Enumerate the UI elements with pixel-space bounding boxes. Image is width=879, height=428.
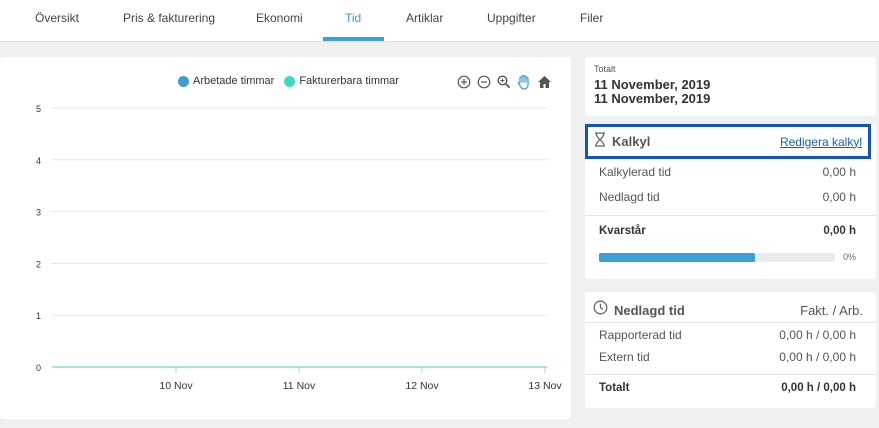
- nedlagd-header-divider: [585, 322, 876, 323]
- rapporterad-tid-value: 0,00 h / 0,00 h: [779, 328, 856, 342]
- tab-filer[interactable]: Filer: [580, 0, 603, 42]
- clock-icon: [593, 300, 608, 320]
- y-tick-label-2: 2: [36, 259, 41, 269]
- fakt-arb-column-header: Fakt. / Arb.: [800, 302, 863, 318]
- x-tick-label-1: 11 Nov: [283, 380, 316, 392]
- kalkylerad-tid-row: Kalkylerad tid 0,00 h: [599, 165, 856, 179]
- y-tick-label-0: 0: [36, 363, 41, 373]
- legend-item-arbetade[interactable]: Arbetade timmar: [178, 75, 274, 87]
- period-start-date: 11 November, 2019: [594, 77, 711, 92]
- nedlagd-tid-row: Nedlagd tid 0,00 h: [599, 190, 856, 204]
- period-end-date: 11 November, 2019: [594, 91, 711, 106]
- nedlagd-tid-card: Nedlagd tid Fakt. / Arb. Rapporterad tid…: [585, 292, 876, 408]
- rapporterad-tid-row: Rapporterad tid 0,00 h / 0,00 h: [599, 328, 856, 342]
- kvarstar-row: Kvarstår 0,00 h: [599, 225, 856, 237]
- legend-item-fakturerbara[interactable]: Fakturerbara timmar: [284, 75, 399, 87]
- kalkyl-progress-fill: [599, 253, 755, 262]
- pan-hand-icon[interactable]: [514, 73, 534, 91]
- kalkyl-divider: [585, 215, 876, 216]
- time-chart-card: 0 1 2 3 4 5 10 Nov 11 Nov 12 Nov 13 Nov Arbetade …: [0, 57, 571, 419]
- kalkyl-title: Kalkyl: [612, 134, 651, 149]
- top-navigation: Översikt Pris & fakturering Ekonomi Tid …: [0, 0, 879, 42]
- nedlagd-total-value: 0,00 h / 0,00 h: [781, 382, 856, 394]
- kalkyl-card: Kalkyl Redigera kalkyl Kalkylerad tid 0,…: [585, 124, 876, 279]
- legend-dot-arbetade: [178, 75, 189, 87]
- y-tick-label-1: 1: [36, 311, 41, 321]
- kalkyl-progress-percent: 0%: [843, 252, 857, 262]
- zoom-out-icon[interactable]: [474, 73, 494, 91]
- chart-legend: Arbetade timmar Fakturerbara timmar: [178, 75, 409, 87]
- x-tick-label-0: 10 Nov: [159, 380, 193, 392]
- tab-uppgifter[interactable]: Uppgifter: [487, 0, 536, 42]
- x-tick-label-3: 13 Nov: [528, 380, 562, 392]
- total-label: Totalt: [594, 64, 616, 74]
- legend-label-arbetade: Arbetade timmar: [193, 75, 275, 87]
- tab-ekonomi[interactable]: Ekonomi: [256, 0, 303, 42]
- extern-tid-value: 0,00 h / 0,00 h: [779, 350, 856, 364]
- y-tick-label-4: 4: [36, 156, 41, 166]
- kalkyl-progress-bar: [599, 253, 835, 262]
- edit-kalkyl-link[interactable]: Redigera kalkyl: [780, 135, 862, 149]
- tab-pris-fakturering[interactable]: Pris & fakturering: [123, 0, 215, 42]
- home-icon[interactable]: [534, 73, 554, 91]
- hourglass-icon: [594, 131, 606, 152]
- y-tick-label-3: 3: [36, 208, 41, 218]
- nedlagd-tid-label: Nedlagd tid: [599, 190, 660, 204]
- y-tick-label-5: 5: [36, 104, 41, 114]
- zoom-in-icon[interactable]: [454, 73, 474, 91]
- tab-tid[interactable]: Tid: [345, 0, 361, 42]
- legend-dot-fakturerbara: [284, 75, 296, 87]
- legend-label-fakturerbara: Fakturerbara timmar: [299, 75, 399, 87]
- time-chart: 0 1 2 3 4 5 10 Nov 11 Nov 12 Nov 13 Nov: [36, 104, 562, 392]
- nedlagd-total-row: Totalt 0,00 h / 0,00 h: [599, 382, 856, 394]
- kvarstar-label: Kvarstår: [599, 225, 646, 237]
- nedlagd-tid-header: Nedlagd tid Fakt. / Arb.: [593, 298, 863, 322]
- total-period-card: Totalt 11 November, 2019 11 November, 20…: [585, 57, 876, 116]
- chart-toolbar: [454, 73, 554, 91]
- magnifier-icon[interactable]: [494, 73, 514, 91]
- rapporterad-tid-label: Rapporterad tid: [599, 328, 682, 342]
- kalkylerad-tid-value: 0,00 h: [822, 165, 856, 179]
- kvarstar-value: 0,00 h: [823, 225, 856, 237]
- nedlagd-tid-title: Nedlagd tid: [614, 302, 685, 318]
- extern-tid-label: Extern tid: [599, 350, 650, 364]
- extern-tid-row: Extern tid 0,00 h / 0,00 h: [599, 350, 856, 364]
- x-tick-label-2: 12 Nov: [405, 380, 439, 392]
- tab-oversikt[interactable]: Översikt: [35, 0, 79, 42]
- nedlagd-total-divider: [585, 374, 876, 375]
- tab-artiklar[interactable]: Artiklar: [406, 0, 443, 42]
- kalkyl-header: Kalkyl Redigera kalkyl: [585, 124, 871, 159]
- nedlagd-tid-value: 0,00 h: [822, 190, 856, 204]
- active-tab-indicator: [323, 37, 384, 41]
- nedlagd-total-label: Totalt: [599, 382, 630, 394]
- kalkylerad-tid-label: Kalkylerad tid: [599, 165, 672, 179]
